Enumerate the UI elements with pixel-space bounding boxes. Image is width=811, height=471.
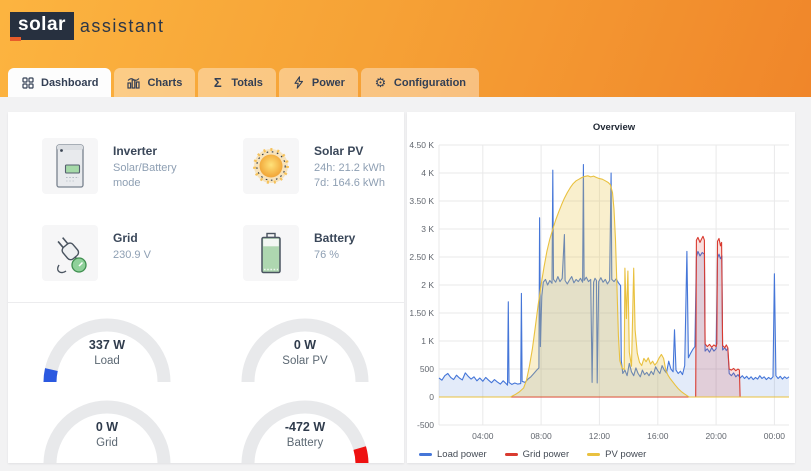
- grid-icon: [21, 76, 34, 89]
- y-tick-label: -500: [417, 420, 434, 430]
- inverter-icon: [42, 138, 98, 194]
- chart-legend: Load power Grid power PV power: [419, 449, 795, 460]
- load-power-swatch: [419, 453, 432, 456]
- status-panel: Inverter Solar/Battery mode Solar PV 24h…: [8, 112, 404, 463]
- gauge-highlight: [50, 370, 51, 382]
- y-tick-label: 500: [420, 364, 434, 374]
- app-logo[interactable]: solar assistant: [10, 12, 164, 40]
- y-tick-label: 0: [429, 392, 434, 402]
- card-title: Solar PV: [314, 144, 385, 158]
- legend-label: PV power: [605, 449, 646, 460]
- app-header: solar assistant Dashboard Charts Σ Total…: [0, 0, 811, 97]
- legend-item-grid-power[interactable]: Grid power: [505, 449, 569, 460]
- logo-accent-mark: [10, 37, 21, 41]
- y-tick-label: 4 K: [421, 168, 434, 178]
- y-tick-label: 2.50 K: [409, 252, 434, 262]
- pv-power-swatch: [587, 453, 600, 456]
- logo-secondary: assistant: [80, 16, 165, 37]
- y-tick-label: 4.50 K: [409, 140, 434, 150]
- status-cards: Inverter Solar/Battery mode Solar PV 24h…: [8, 112, 404, 281]
- inverter-card: Inverter Solar/Battery mode: [42, 138, 243, 194]
- bolt-icon: [292, 76, 305, 89]
- y-tick-label: 3.50 K: [409, 196, 434, 206]
- x-tick-label: 16:00: [647, 431, 669, 441]
- tab-dashboard[interactable]: Dashboard: [8, 68, 111, 97]
- x-tick-label: 00:00: [764, 431, 786, 441]
- grid-card: Grid 230.9 V: [42, 225, 243, 281]
- y-tick-label: 1 K: [421, 336, 434, 346]
- grid-gauge: 0 W Grid: [35, 392, 179, 463]
- card-line: 7d: 164.6 kWh: [314, 176, 385, 191]
- card-title: Grid: [113, 231, 151, 245]
- legend-label: Grid power: [523, 449, 569, 460]
- y-tick-label: 3 K: [421, 224, 434, 234]
- bar-chart-icon: [127, 76, 140, 89]
- y-tick-label: 2 K: [421, 280, 434, 290]
- gauge-value: -472 W: [233, 420, 377, 434]
- chart-title: Overview: [407, 112, 795, 135]
- tab-label: Power: [312, 77, 345, 89]
- overview-chart-plot[interactable]: -500 0 500 1 K 1.50 K 2 K 2.50 K 3 K 3.50 K 4 K 4.…: [407, 135, 795, 447]
- plug-icon: [42, 225, 98, 281]
- tab-label: Charts: [147, 77, 182, 89]
- card-line: Solar/Battery: [113, 161, 177, 176]
- gauge-label: Solar PV: [233, 355, 377, 367]
- gauge-value: 0 W: [233, 338, 377, 352]
- solar-pv-card: Solar PV 24h: 21.2 kWh 7d: 164.6 kWh: [243, 138, 404, 194]
- gear-icon: ⚙: [374, 76, 387, 89]
- legend-item-pv-power[interactable]: PV power: [587, 449, 646, 460]
- card-title: Battery: [314, 231, 355, 245]
- gauge-value: 0 W: [35, 420, 179, 434]
- logo-primary: solar: [10, 12, 74, 40]
- x-tick-label: 20:00: [705, 431, 727, 441]
- battery-gauge: -472 W Battery: [233, 392, 377, 463]
- overview-chart-panel: Overview -500 0 500 1 K 1.50 K 2 K 2.50 K 3 K 3.…: [407, 112, 795, 463]
- grid-power-swatch: [505, 453, 518, 456]
- load-gauge: 337 W Load: [35, 310, 179, 388]
- card-line: mode: [113, 176, 177, 191]
- tab-label: Configuration: [394, 77, 466, 89]
- gauge-value: 337 W: [35, 338, 179, 352]
- card-title: Inverter: [113, 144, 177, 158]
- x-tick-label: 08:00: [530, 431, 552, 441]
- card-line: 230.9 V: [113, 248, 151, 263]
- gauge-highlight: [360, 448, 362, 463]
- legend-item-load-power[interactable]: Load power: [419, 449, 487, 460]
- main-nav-tabs: Dashboard Charts Σ Totals Power ⚙ Config…: [8, 68, 479, 97]
- gauge-label: Battery: [233, 437, 377, 449]
- tab-totals[interactable]: Σ Totals: [198, 68, 276, 97]
- tab-charts[interactable]: Charts: [114, 68, 195, 97]
- y-tick-label: 1.50 K: [409, 308, 434, 318]
- solar-pv-gauge: 0 W Solar PV: [233, 310, 377, 388]
- tab-label: Dashboard: [41, 77, 98, 89]
- power-gauges: 337 W Load 0 W Solar PV 0 W Grid -472 W …: [8, 310, 404, 463]
- legend-label: Load power: [437, 449, 487, 460]
- card-line: 76 %: [314, 248, 355, 263]
- card-line: 24h: 21.2 kWh: [314, 161, 385, 176]
- x-tick-label: 04:00: [472, 431, 494, 441]
- sigma-icon: Σ: [211, 76, 224, 89]
- x-tick-label: 12:00: [589, 431, 611, 441]
- battery-icon: [243, 225, 299, 281]
- tab-power[interactable]: Power: [279, 68, 358, 97]
- gauge-label: Load: [35, 355, 179, 367]
- battery-card: Battery 76 %: [243, 225, 404, 281]
- sun-icon: [243, 138, 299, 194]
- tab-label: Totals: [231, 77, 263, 89]
- gauge-label: Grid: [35, 437, 179, 449]
- section-divider: [8, 302, 404, 303]
- tab-configuration[interactable]: ⚙ Configuration: [361, 68, 479, 97]
